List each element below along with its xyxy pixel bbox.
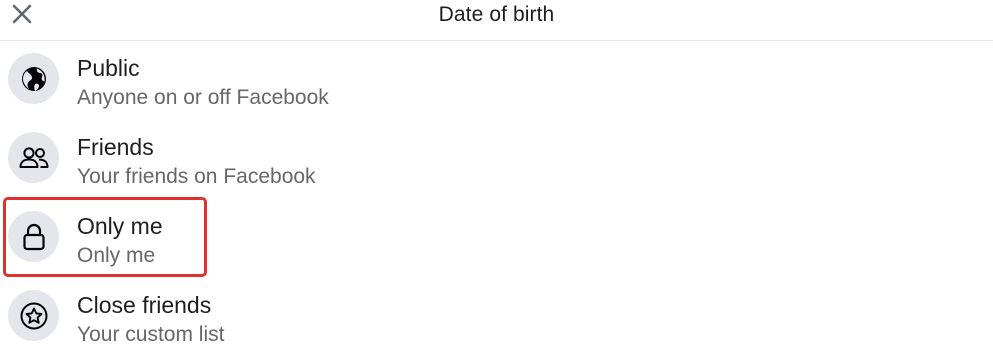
- lock-icon: [22, 223, 45, 250]
- friends-icon: [19, 146, 48, 168]
- option-close-friends[interactable]: Close friends Your custom list: [0, 278, 993, 357]
- option-title: Friends: [77, 134, 154, 160]
- option-subtitle: Only me: [77, 244, 156, 267]
- option-subtitle: Your custom list: [77, 323, 225, 346]
- star-icon-circle: [8, 290, 59, 341]
- option-subtitle: Your friends on Facebook: [77, 165, 316, 188]
- option-title: Only me: [77, 213, 163, 239]
- option-only-me[interactable]: Only me Only me: [0, 199, 993, 278]
- lock-icon-circle: [8, 211, 59, 262]
- option-subtitle: Anyone on or off Facebook: [77, 86, 329, 109]
- option-friends[interactable]: Friends Your friends on Facebook: [0, 120, 993, 199]
- friends-icon-circle: [8, 132, 59, 183]
- option-title: Public: [77, 55, 140, 81]
- globe-icon-circle: [8, 53, 59, 104]
- option-title: Close friends: [77, 292, 212, 318]
- option-public[interactable]: Public Anyone on or off Facebook: [0, 41, 993, 120]
- dialog-header: Date of birth: [0, 0, 993, 41]
- star-icon: [20, 302, 47, 329]
- dialog-title: Date of birth: [438, 3, 555, 26]
- globe-icon: [21, 66, 46, 91]
